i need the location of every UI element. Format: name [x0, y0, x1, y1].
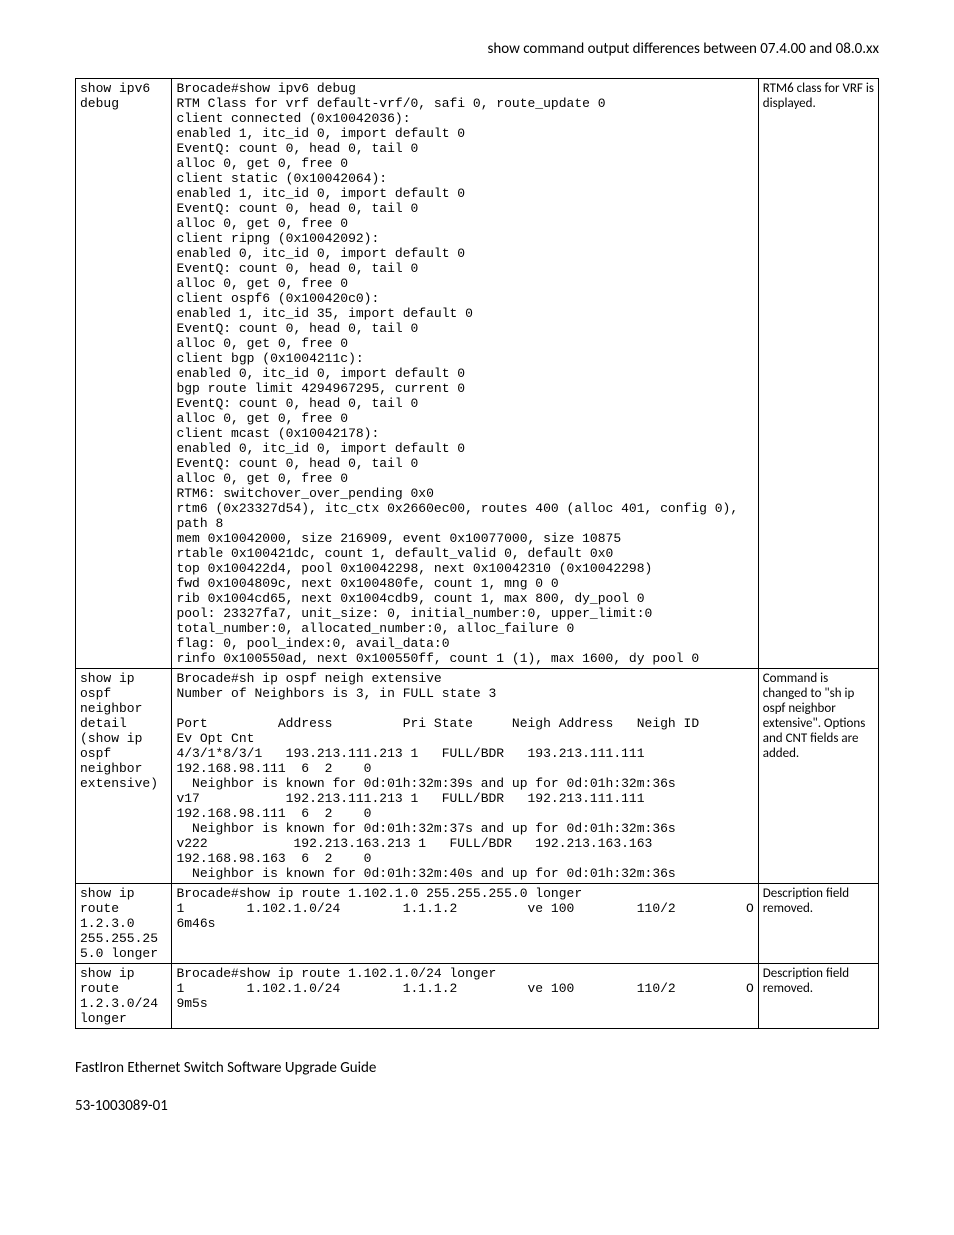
output-cell: Brocade#show ipv6 debug RTM Class for vr… — [172, 79, 758, 669]
output-cell: Brocade#sh ip ospf neigh extensive Numbe… — [172, 669, 758, 884]
command-cell: show ip ospf neighbor detail (show ip os… — [76, 669, 172, 884]
footer-title: FastIron Ethernet Switch Software Upgrad… — [75, 1059, 879, 1077]
command-cell: show ip route 1.2.3.0/24 longer — [76, 964, 172, 1029]
note-cell: Description field removed. — [758, 884, 878, 964]
footer-docnum: 53-1003089-01 — [75, 1097, 879, 1115]
command-cell: show ip route 1.2.3.0 255.255.25 5.0 lon… — [76, 884, 172, 964]
note-cell: RTM6 class for VRF is displayed. — [758, 79, 878, 669]
output-cell: Brocade#show ip route 1.102.1.0/24 longe… — [172, 964, 758, 1029]
table-row: show ip ospf neighbor detail (show ip os… — [76, 669, 879, 884]
diff-table: show ipv6 debugBrocade#show ipv6 debug R… — [75, 78, 879, 1029]
note-cell: Command is changed to "sh ip ospf neighb… — [758, 669, 878, 884]
command-cell: show ipv6 debug — [76, 79, 172, 669]
table-row: show ip route 1.2.3.0/24 longerBrocade#s… — [76, 964, 879, 1029]
note-cell: Description field removed. — [758, 964, 878, 1029]
table-row: show ip route 1.2.3.0 255.255.25 5.0 lon… — [76, 884, 879, 964]
table-row: show ipv6 debugBrocade#show ipv6 debug R… — [76, 79, 879, 669]
page-header: show command output differences between … — [75, 40, 879, 58]
output-cell: Brocade#show ip route 1.102.1.0 255.255.… — [172, 884, 758, 964]
